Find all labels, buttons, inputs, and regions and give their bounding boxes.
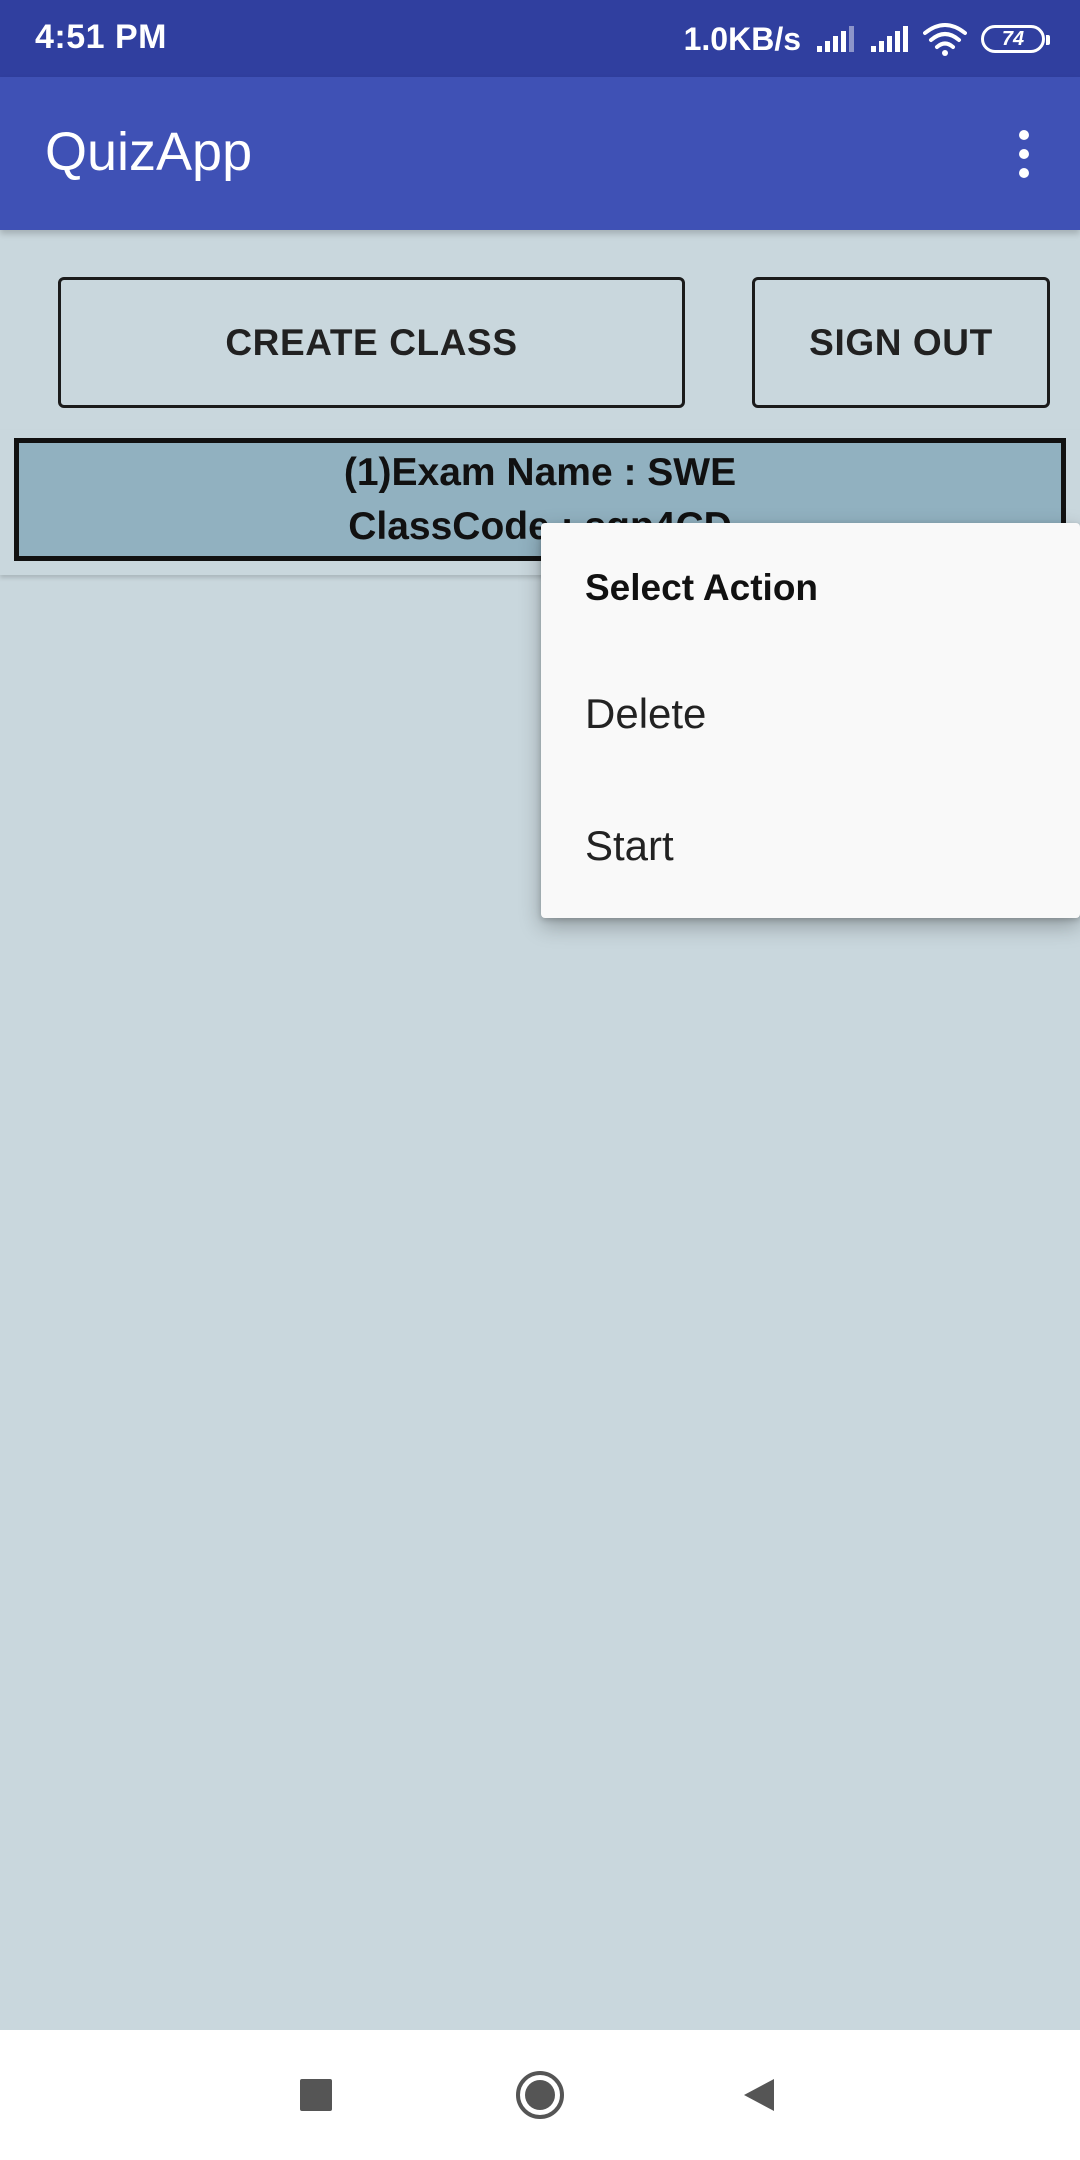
app-title: QuizApp bbox=[45, 122, 253, 182]
app-bar: QuizApp bbox=[0, 77, 1080, 230]
status-icons: 1.0KB/s 74 bbox=[683, 18, 1050, 60]
create-class-button[interactable]: CREATE CLASS bbox=[58, 277, 685, 408]
more-vert-icon bbox=[1019, 130, 1029, 140]
more-vert-icon-dot bbox=[1019, 168, 1029, 178]
recents-button[interactable] bbox=[281, 2060, 351, 2130]
context-menu: Select Action Delete Start bbox=[541, 523, 1080, 918]
status-bar: 4:51 PM 1.0KB/s 74 bbox=[0, 0, 1080, 77]
more-options-button[interactable] bbox=[994, 121, 1054, 187]
menu-item-label: Start bbox=[585, 822, 674, 869]
exam-name: (1)Exam Name : SWE bbox=[343, 450, 737, 494]
battery-cap bbox=[1046, 35, 1050, 45]
menu-item-delete[interactable]: Delete bbox=[541, 648, 1080, 780]
recents-icon bbox=[300, 2079, 332, 2111]
status-time: 4:51 PM bbox=[35, 18, 167, 56]
back-button[interactable] bbox=[725, 2060, 795, 2130]
menu-item-label: Delete bbox=[585, 690, 707, 737]
sign-out-button[interactable]: SIGN OUT bbox=[752, 277, 1050, 408]
wifi-icon bbox=[923, 23, 967, 56]
battery-level: 74 bbox=[1001, 27, 1025, 50]
home-icon bbox=[516, 2071, 564, 2119]
back-icon bbox=[744, 2079, 774, 2111]
more-vert-icon-dot bbox=[1019, 149, 1029, 159]
menu-title: Select Action bbox=[585, 567, 819, 608]
navigation-bar bbox=[0, 2030, 1080, 2160]
signal-icon bbox=[817, 26, 854, 52]
home-button[interactable] bbox=[505, 2060, 575, 2130]
network-speed: 1.0KB/s bbox=[683, 20, 801, 57]
signal-icon bbox=[871, 26, 908, 52]
menu-item-start[interactable]: Start bbox=[541, 780, 1080, 912]
battery-icon: 74 bbox=[981, 25, 1050, 53]
